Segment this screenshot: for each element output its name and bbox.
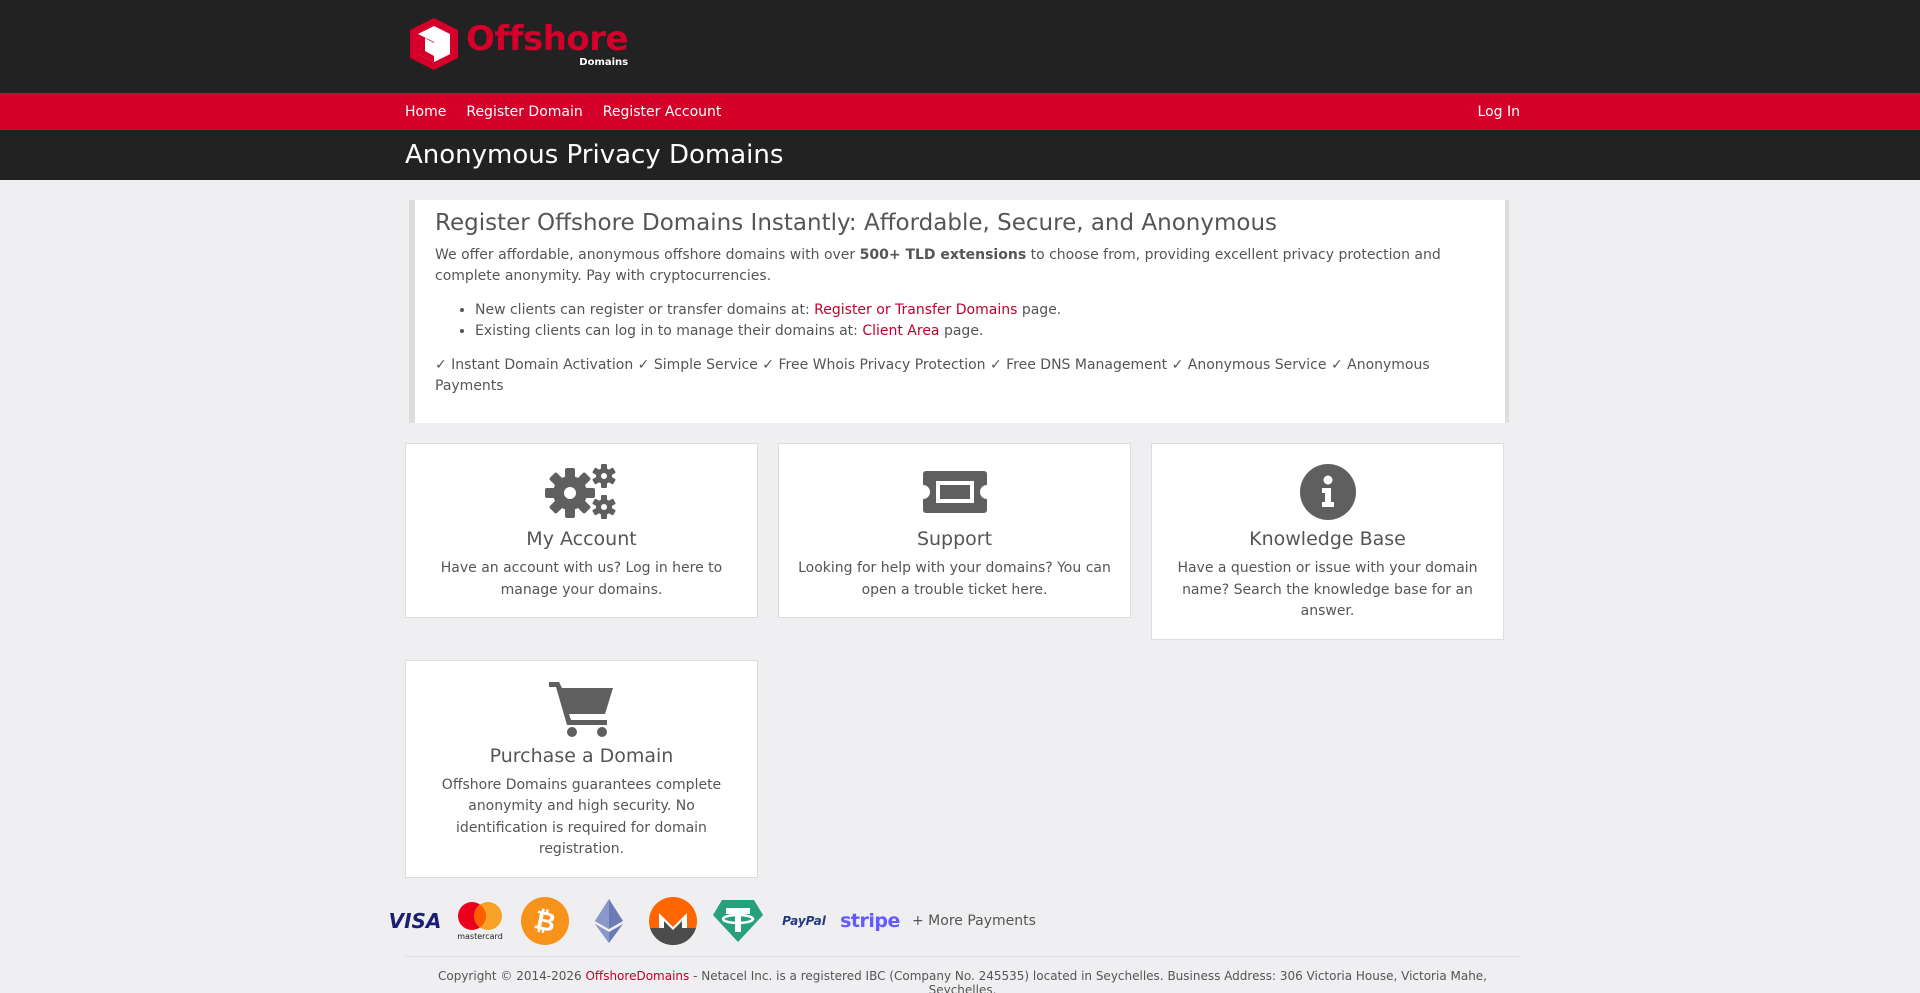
paypal-icon: PayPal (778, 914, 830, 928)
main-content: Register Offshore Domains Instantly: Aff… (389, 200, 1520, 993)
card-text: Have a question or issue with your domai… (1177, 560, 1478, 619)
card-text: Offshore Domains guarantees complete ano… (441, 776, 722, 858)
ethereum-icon (584, 898, 634, 943)
page-title: Anonymous Privacy Domains (405, 140, 784, 170)
nav-register-domain[interactable]: Register Domain (466, 104, 582, 120)
more-payments-link[interactable]: + More Payments (912, 913, 1036, 929)
main-nav: Home Register Domain Register Account Lo… (0, 93, 1920, 130)
card-text: Have an account with us? Log in here to … (440, 560, 723, 598)
client-area-link[interactable]: Client Area (862, 323, 939, 339)
intro-heading: Register Offshore Domains Instantly: Aff… (435, 210, 1278, 236)
list-item: Existing clients can log in to manage th… (475, 321, 1485, 342)
nav-login[interactable]: Log In (1478, 104, 1520, 120)
nav-register-account[interactable]: Register Account (603, 104, 722, 120)
intro-paragraph: We offer affordable, anonymous offshore … (435, 245, 1485, 287)
logo-subtitle: Domains (579, 57, 629, 68)
feature-cards: My Account Have an account with us? Log … (405, 443, 1520, 878)
payment-methods: VISA mastercard ₿ PayPal stripe + More P… (388, 896, 1520, 946)
visa-label: VISA (388, 908, 442, 933)
footer-brand-link[interactable]: OffshoreDomains (585, 969, 689, 983)
page-title-bar: Anonymous Privacy Domains (0, 130, 1920, 180)
list-text: Existing clients can log in to manage th… (475, 323, 863, 339)
mastercard-icon: mastercard (454, 901, 506, 941)
intro-bold-text: 500+ TLD extensions (859, 247, 1027, 263)
site-footer: Copyright © 2014-2026 OffshoreDomains - … (405, 955, 1520, 993)
nav-home[interactable]: Home (405, 104, 446, 120)
intro-text: We offer affordable, anonymous offshore … (435, 247, 860, 263)
card-knowledge-base[interactable]: Knowledge Base Have a question or issue … (1151, 443, 1504, 640)
card-title: Support (916, 528, 993, 550)
cube-logo-icon (410, 18, 458, 70)
intro-panel: Register Offshore Domains Instantly: Aff… (409, 200, 1509, 423)
intro-list: New clients can register or transfer dom… (475, 300, 1485, 342)
ticket-icon (797, 464, 1112, 520)
stripe-label: stripe (840, 909, 900, 932)
footer-copyright: Copyright © 2014-2026 (437, 968, 586, 983)
list-text-end: page. (939, 323, 984, 339)
list-text: New clients can register or transfer dom… (475, 302, 815, 318)
features-line: ✓ Instant Domain Activation ✓ Simple Ser… (435, 357, 1430, 394)
stripe-icon: stripe (840, 910, 900, 932)
visa-icon: VISA (388, 908, 442, 933)
footer-company-info: - Netacel Inc. is a registered IBC (Comp… (689, 968, 1487, 993)
card-support[interactable]: Support Looking for help with your domai… (778, 443, 1131, 618)
card-purchase-domain[interactable]: Purchase a Domain Offshore Domains guara… (405, 659, 758, 878)
card-title: Knowledge Base (1249, 528, 1406, 550)
card-text: Looking for help with your domains? You … (798, 560, 1111, 598)
monero-icon (648, 896, 698, 946)
list-text-end: page. (1017, 302, 1062, 318)
mastercard-label: mastercard (457, 931, 503, 941)
site-logo[interactable]: Offshore Domains (406, 14, 629, 74)
site-header: Offshore Domains (0, 0, 1920, 93)
info-icon (1170, 464, 1485, 520)
logo-wordmark: Offshore (466, 19, 629, 59)
list-item: New clients can register or transfer dom… (475, 300, 1485, 321)
card-title: Purchase a Domain (489, 744, 674, 767)
register-transfer-link[interactable]: Register or Transfer Domains (814, 302, 1017, 318)
bitcoin-icon: ₿ (520, 896, 570, 946)
card-my-account[interactable]: My Account Have an account with us? Log … (405, 443, 758, 618)
card-title: My Account (526, 528, 637, 550)
gears-icon (424, 464, 739, 520)
tether-icon (712, 899, 764, 943)
paypal-label: PayPal (782, 913, 826, 928)
cart-icon (424, 681, 739, 737)
